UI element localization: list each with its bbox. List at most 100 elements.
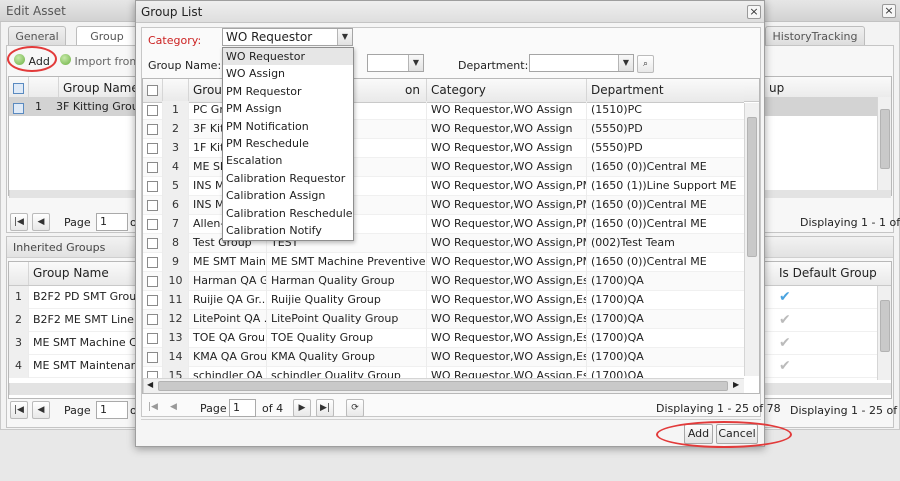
chevron-down-icon[interactable]: ▼ bbox=[408, 55, 423, 71]
scrollbar[interactable] bbox=[877, 97, 891, 192]
dialog-title: Group List bbox=[141, 5, 203, 19]
dropdown-option[interactable]: WO Requestor bbox=[223, 48, 353, 66]
group-list-vscroll[interactable] bbox=[744, 103, 759, 376]
refresh-icon[interactable]: ⟳ bbox=[346, 399, 364, 417]
dropdown-option[interactable]: PM Reschedule bbox=[223, 135, 353, 152]
import-icon bbox=[60, 54, 71, 65]
row-number: 1 bbox=[163, 101, 189, 120]
department-cell: (1700)QA bbox=[591, 312, 644, 325]
page-label: Page bbox=[200, 402, 227, 415]
row-checkbox[interactable] bbox=[147, 199, 158, 211]
table-row[interactable]: 13 TOE QA Group TOE Quality Group WO Reques… bbox=[143, 329, 744, 348]
row-number: 13 bbox=[163, 329, 189, 348]
row-checkbox[interactable] bbox=[147, 256, 158, 268]
first-page-icon[interactable]: |◀ bbox=[148, 402, 158, 412]
is-default-header[interactable]: Is Default Group bbox=[775, 262, 891, 285]
row-checkbox[interactable] bbox=[147, 218, 158, 230]
last-page-icon[interactable]: ▶| bbox=[316, 399, 334, 417]
group-cell: KMA QA Group bbox=[189, 348, 267, 367]
group-name-select[interactable]: ▼ bbox=[367, 54, 424, 72]
row-checkbox[interactable] bbox=[147, 142, 158, 154]
close-icon[interactable]: × bbox=[882, 4, 896, 18]
category-cell: WO Requestor,WO Assign,Esca... bbox=[427, 310, 587, 329]
dialog-titlebar: Group List bbox=[136, 1, 764, 23]
dropdown-option[interactable]: Escalation bbox=[223, 152, 353, 169]
group-list-dialog: Group List × Category: WO Requestor ▼ Gr… bbox=[135, 0, 792, 448]
dropdown-option[interactable]: Calibration Requestor bbox=[223, 170, 353, 187]
department-header[interactable]: Department bbox=[587, 79, 744, 102]
prev-page-icon[interactable]: ◀ bbox=[170, 402, 177, 412]
highlight-ring-buttons bbox=[656, 421, 792, 448]
dropdown-option[interactable]: WO Assign bbox=[223, 65, 353, 82]
table-row[interactable]: 9ME SMT Main...ME SMT Machine Preventive… bbox=[143, 253, 744, 272]
page-input[interactable]: 1 bbox=[229, 399, 256, 417]
dropdown-option[interactable]: PM Requestor bbox=[223, 83, 353, 100]
chevron-down-icon[interactable]: ▼ bbox=[337, 29, 352, 45]
category-value: WO Requestor bbox=[226, 30, 313, 44]
table-row[interactable]: 12 LitePoint QA ... LitePoint Quality Grou… bbox=[143, 310, 744, 329]
chevron-down-icon[interactable]: ▼ bbox=[618, 55, 633, 71]
first-page-icon[interactable]: |◀ bbox=[10, 213, 28, 231]
table-row[interactable]: 11 Ruijie QA Gr... Ruijie Quality Group WO … bbox=[143, 291, 744, 310]
dropdown-option[interactable]: PM Assign bbox=[223, 100, 353, 117]
dropdown-option[interactable]: Calibration Assign bbox=[223, 187, 353, 204]
import-button[interactable]: Import from bbox=[60, 54, 140, 68]
select-all-checkbox[interactable] bbox=[147, 85, 158, 96]
row-checkbox[interactable] bbox=[147, 351, 158, 363]
dialog-close-icon[interactable]: × bbox=[747, 5, 761, 19]
select-all-checkbox[interactable] bbox=[13, 83, 24, 94]
prev-page-icon[interactable]: ◀ bbox=[32, 213, 50, 231]
category-select[interactable]: WO Requestor ▼ bbox=[222, 28, 353, 46]
add-label: Add bbox=[28, 55, 50, 68]
department-cell: (1700)QA bbox=[591, 274, 644, 287]
group-cell: TOE QA Group bbox=[189, 329, 267, 348]
dropdown-option[interactable]: Calibration Notify bbox=[223, 222, 353, 239]
row-checkbox[interactable] bbox=[147, 104, 158, 116]
window-title: Edit Asset bbox=[6, 4, 66, 18]
group-name-cell: ME SMT Machine Cent bbox=[33, 336, 139, 349]
tab-general[interactable]: General bbox=[8, 26, 66, 46]
row-checkbox[interactable] bbox=[147, 294, 158, 306]
row-checkbox[interactable] bbox=[147, 275, 158, 287]
row-number: 1 bbox=[35, 100, 42, 113]
import-label: Import from bbox=[74, 55, 141, 68]
tab-group[interactable]: Group bbox=[76, 26, 138, 46]
prev-page-icon[interactable]: ◀ bbox=[32, 401, 50, 419]
first-page-icon[interactable]: |◀ bbox=[10, 401, 28, 419]
checkmark-blue-icon: ✔ bbox=[779, 289, 791, 305]
add-button[interactable]: Add bbox=[14, 54, 50, 68]
scroll-left-icon[interactable]: ◀ bbox=[147, 380, 153, 389]
row-checkbox[interactable] bbox=[147, 237, 158, 249]
row-number: 9 bbox=[163, 253, 189, 272]
dialog-pagination: |◀ ◀ Page 1 of 4 ▶ ▶| ⟳ Displaying 1 - 2… bbox=[148, 399, 781, 419]
department-cell: (1650 (0))Central ME bbox=[591, 255, 707, 268]
group-cell: ME SMT Main... bbox=[189, 253, 267, 272]
table-row[interactable]: 14 KMA QA Group KMA Quality Group WO Reques… bbox=[143, 348, 744, 367]
dropdown-option[interactable]: PM Notification bbox=[223, 118, 353, 135]
category-cell: WO Requestor,WO Assign,Esca... bbox=[427, 348, 587, 367]
next-page-icon[interactable]: ▶ bbox=[293, 399, 311, 417]
inherited-scrollbar[interactable] bbox=[877, 286, 891, 380]
tab-historytracking[interactable]: HistoryTracking bbox=[765, 26, 865, 46]
dropdown-option[interactable]: Calibration Reschedule bbox=[223, 205, 353, 222]
category-cell: WO Requestor,WO Assign bbox=[427, 101, 587, 120]
table-row[interactable]: 10Harman QA G...Harman Quality GroupWO R… bbox=[143, 272, 744, 291]
add-icon bbox=[14, 54, 25, 65]
page-input[interactable]: 1 bbox=[96, 213, 128, 231]
category-header[interactable]: Category bbox=[427, 79, 587, 102]
page-input[interactable]: 1 bbox=[96, 401, 128, 419]
department-cell: (5550)PD bbox=[591, 122, 643, 135]
row-checkbox[interactable] bbox=[147, 161, 158, 173]
scroll-right-icon[interactable]: ▶ bbox=[733, 380, 739, 389]
department-select[interactable]: ▼ bbox=[529, 54, 634, 72]
row-checkbox[interactable] bbox=[147, 123, 158, 135]
row-checkbox[interactable] bbox=[147, 313, 158, 325]
group-list-hscroll[interactable]: ◀ ▶ bbox=[143, 378, 744, 393]
department-cell: (1650 (0))Central ME bbox=[591, 160, 707, 173]
display-count: Displaying 1 - 25 of 78 bbox=[656, 402, 781, 415]
row-checkbox[interactable] bbox=[147, 332, 158, 344]
description-cell: KMA Quality Group bbox=[267, 348, 427, 367]
row-checkbox[interactable] bbox=[13, 102, 24, 114]
row-checkbox[interactable] bbox=[147, 180, 158, 192]
search-icon[interactable]: ⌕ bbox=[637, 55, 654, 73]
